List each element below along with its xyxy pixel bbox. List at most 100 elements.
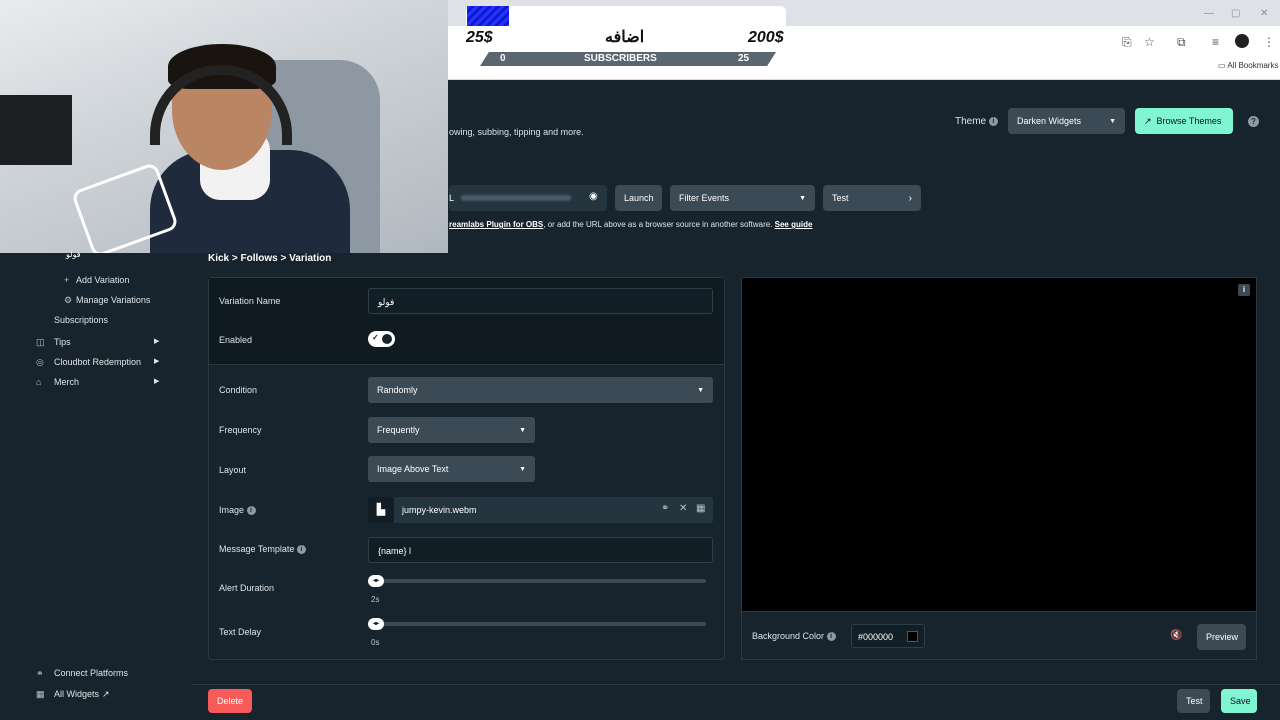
all-bookmarks[interactable]: ▭ All Bookmarks (1218, 61, 1278, 70)
frequency-label: Frequency (219, 425, 262, 435)
color-swatch[interactable] (907, 631, 918, 642)
minimize-icon[interactable]: — (1204, 8, 1214, 19)
theme-select[interactable]: Darken Widgets ▼ (1008, 108, 1125, 134)
caret-right-icon: ▶ (154, 338, 160, 345)
widget-description: owing, subbing, tipping and more. (449, 127, 584, 137)
text-delay-slider[interactable]: ◂▸ (368, 618, 706, 630)
caret-right-icon: ▶ (154, 358, 160, 365)
preview-button[interactable]: Preview (1197, 624, 1246, 650)
message-template-label: Message Template i (219, 544, 306, 555)
variation-name-label: Variation Name (219, 296, 281, 306)
close-window-icon[interactable]: ✕ (1260, 8, 1268, 19)
mute-icon[interactable]: 🔇 (1170, 630, 1182, 641)
close-icon[interactable]: ✕ (679, 503, 687, 514)
url-masked (461, 195, 571, 201)
extensions-icon[interactable]: ⧉ (1177, 35, 1186, 50)
media-icon[interactable]: ≡ (1212, 35, 1219, 49)
slider-handle[interactable]: ◂▸ (368, 575, 384, 587)
caret-down-icon: ▼ (1109, 117, 1116, 125)
text-delay-label: Text Delay (219, 627, 262, 637)
enabled-label: Enabled (219, 335, 253, 345)
translate-icon[interactable]: ⎘ (1122, 35, 1132, 50)
sidebar-add-variation[interactable]: + Add Variation (64, 275, 129, 285)
goal-end: 25 (738, 53, 750, 64)
info-icon[interactable]: i (1238, 284, 1250, 296)
link-icon: ⚭ (36, 668, 44, 678)
layout-select[interactable]: Image Above Text ▼ (368, 456, 535, 482)
theme-label: Theme i (955, 116, 998, 127)
sidebar-item-cloudbot[interactable]: ◎ Cloudbot Redemption ▶ (36, 357, 166, 368)
sidebar-item-merch[interactable]: ⌂ Merch ▶ (36, 377, 166, 387)
sidebar-item-variation[interactable]: فولو (66, 250, 81, 259)
toggle-knob (382, 334, 392, 344)
launch-button[interactable]: Launch (615, 185, 662, 211)
background-color-input[interactable]: #000000 (851, 624, 925, 648)
gear-icon: ⚙ (64, 295, 73, 305)
bookmark-star-icon[interactable]: ☆ (1144, 35, 1155, 49)
folder-icon: ▭ (1218, 61, 1228, 70)
alert-preview-canvas: i (741, 277, 1257, 612)
obs-help-text: reamlabs Plugin for OBS, or add the URL … (449, 220, 813, 229)
browser-tab[interactable] (466, 6, 786, 26)
sidebar-item-subscriptions[interactable]: Subscriptions (54, 315, 108, 325)
obs-plugin-link[interactable]: reamlabs Plugin for OBS (449, 220, 543, 229)
image-filename: jumpy-kevin.webm (402, 505, 477, 515)
webcam-overlay (0, 0, 448, 253)
help-icon[interactable]: ? (1248, 116, 1259, 127)
image-media-field[interactable]: ▙ jumpy-kevin.webm ⚭ ✕ ▦ (368, 497, 713, 523)
goal-start: 0 (500, 53, 506, 64)
subscriber-goal-bar: 0 SUBSCRIBERS 25 (480, 52, 776, 66)
sidebar-connect-platforms[interactable]: ⚭ Connect Platforms (36, 668, 128, 679)
background-color-label: Background Color i (752, 631, 836, 642)
frequency-select[interactable]: Frequently ▼ (368, 417, 535, 443)
profile-avatar[interactable] (1235, 34, 1249, 48)
grid-icon: ▦ (36, 689, 45, 699)
sidebar-manage-variations[interactable]: ⚙ Manage Variations (64, 295, 150, 306)
maximize-icon[interactable]: ▢ (1231, 8, 1240, 19)
file-icon: ▙ (368, 497, 394, 523)
info-icon[interactable]: i (826, 632, 836, 642)
message-template-input[interactable]: {name} l (368, 537, 713, 563)
condition-label: Condition (219, 385, 258, 395)
eye-icon[interactable]: ◉ (589, 191, 598, 202)
info-icon[interactable]: i (246, 506, 256, 516)
alert-duration-label: Alert Duration (219, 583, 275, 593)
external-link-icon: ↗ (102, 689, 110, 699)
image-label: Image i (219, 505, 256, 516)
filter-events-select[interactable]: Filter Events ▼ (670, 185, 815, 211)
alert-duration-value: 2s (371, 595, 380, 604)
info-icon[interactable]: i (296, 545, 306, 555)
cloudbot-icon: ◎ (36, 357, 44, 367)
info-icon[interactable]: i (988, 116, 998, 126)
overlay-logo (467, 6, 509, 26)
link-icon[interactable]: ⚭ (661, 503, 669, 514)
background-tv (0, 95, 72, 165)
shirt-icon: ⌂ (36, 377, 42, 387)
overlay-left-amount: 25$ (466, 29, 493, 46)
widget-url-field[interactable]: L ◉ (449, 185, 607, 211)
enabled-toggle[interactable]: ✓ (368, 331, 395, 347)
save-button[interactable]: Save (1221, 689, 1257, 713)
test-button[interactable]: Test (1177, 689, 1210, 713)
caret-down-icon: ▼ (519, 465, 526, 473)
alert-duration-slider[interactable]: ◂▸ (368, 575, 706, 587)
plus-icon: + (64, 275, 70, 285)
breadcrumb: Kick > Follows > Variation (208, 253, 332, 264)
browser-menu-icon[interactable]: ⋮ (1263, 35, 1275, 49)
overlay-center-text: اضافه (605, 29, 645, 46)
sidebar-all-widgets[interactable]: ▦ All Widgets ↗ (36, 689, 110, 700)
sidebar-item-tips[interactable]: ◫ Tips ▶ (36, 337, 166, 348)
caret-down-icon: ▼ (519, 426, 526, 434)
text-delay-value: 0s (371, 638, 380, 647)
gallery-icon[interactable]: ▦ (696, 503, 705, 514)
caret-down-icon: ▼ (697, 386, 704, 394)
tips-icon: ◫ (36, 337, 45, 347)
caret-right-icon: ▶ (154, 378, 160, 385)
delete-button[interactable]: Delete (208, 689, 252, 713)
browse-themes-button[interactable]: ↗ Browse Themes (1135, 108, 1233, 134)
test-dropdown-button[interactable]: Test › (823, 185, 921, 211)
condition-select[interactable]: Randomly ▼ (368, 377, 713, 403)
slider-handle[interactable]: ◂▸ (368, 618, 384, 630)
variation-name-input[interactable]: فولو (368, 288, 713, 314)
see-guide-link[interactable]: See guide (775, 220, 813, 229)
